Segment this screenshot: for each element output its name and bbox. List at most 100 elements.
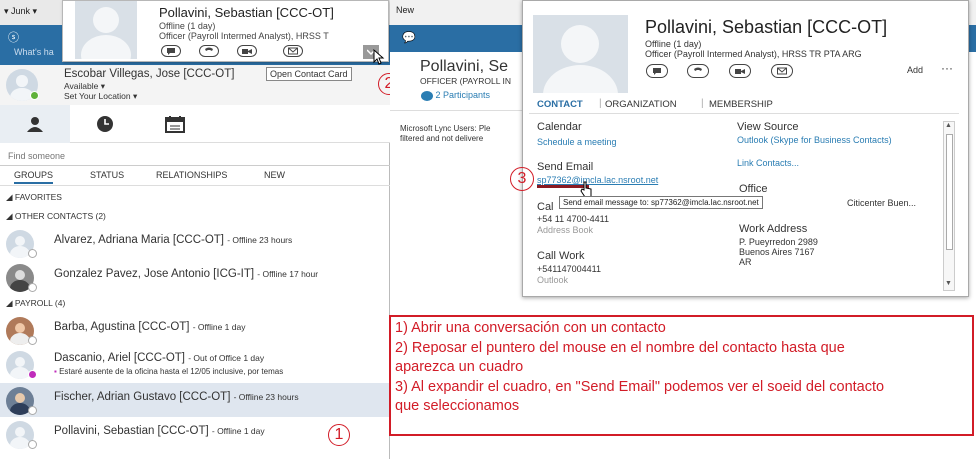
group-payroll[interactable]: ◢ PAYROLL (4) — [6, 298, 65, 309]
tab-meetings[interactable] — [140, 105, 210, 143]
contact-name: Dascanio, Ariel [CCC-OT] — [54, 352, 186, 364]
open-contact-card-tooltip: Open Contact Card — [266, 67, 352, 81]
schedule-meeting-link[interactable]: Schedule a meeting — [537, 137, 617, 147]
video-button[interactable] — [729, 64, 751, 78]
email-link[interactable]: sp77362@imcla.lac.nsroot.net — [537, 175, 658, 185]
tab-conversations[interactable] — [70, 105, 140, 143]
my-status-row: Escobar Villegas, Jose [CCC-OT] Open Con… — [0, 65, 390, 105]
participants-link[interactable]: 2 Participants — [421, 90, 490, 101]
list-item[interactable]: Dascanio, Ariel [CCC-OT] - Out of Office… — [0, 347, 390, 383]
tab-new[interactable]: NEW — [264, 170, 285, 180]
add-button[interactable]: Add — [907, 65, 923, 75]
contact-status: - Offline 1 day — [211, 426, 265, 436]
divider — [529, 113, 959, 114]
call-button[interactable] — [199, 45, 219, 57]
expanded-contact-card: Pollavini, Sebastian [CCC-OT] Offline (1… — [522, 0, 969, 297]
instruction-line: 3) Al expandir el cuadro, en "Send Email… — [395, 378, 885, 395]
offline-status-icon — [28, 440, 37, 449]
card-title: Officer (Payroll Intermed Analyst), HRSS… — [159, 31, 329, 41]
calendar-icon — [165, 116, 185, 133]
tab-contact[interactable]: CONTACT — [537, 99, 583, 110]
group-favorites[interactable]: ◢ FAVORITES — [6, 192, 62, 203]
location-dropdown[interactable]: Set Your Location ▾ — [64, 91, 137, 102]
search-input[interactable] — [8, 148, 378, 164]
call-label: Cal — [537, 201, 554, 213]
contact-note: ▪ Estaré ausente de la oficina hasta el … — [54, 367, 284, 376]
email-button[interactable] — [283, 45, 303, 57]
work-address-line: P. Pueyrredon 2989 — [739, 237, 818, 247]
list-item[interactable]: Gonzalez Pavez, Jose Antonio [ICG-IT] - … — [0, 260, 390, 294]
tab-relationships[interactable]: RELATIONSHIPS — [156, 170, 227, 180]
phone-icon — [205, 47, 213, 51]
card-status: Offline (1 day) — [645, 39, 702, 49]
participants-icon — [421, 90, 433, 101]
view-source-value[interactable]: Outlook (Skype for Business Contacts) — [737, 135, 892, 145]
tab-separator: | — [599, 98, 602, 109]
contact-status: - Offline 17 hour — [257, 269, 319, 279]
my-name[interactable]: Escobar Villegas, Jose [CCC-OT] — [64, 68, 234, 80]
tab-contacts[interactable] — [0, 105, 70, 143]
im-button[interactable] — [646, 64, 668, 78]
calendar-label: Calendar — [537, 121, 582, 133]
divider — [0, 185, 390, 186]
scroll-up-icon[interactable]: ▲ — [945, 122, 952, 129]
conversation-name: Pollavini, Se — [420, 58, 509, 75]
work-address-line: Buenos Aires 7167 — [739, 247, 815, 257]
junk-label: Junk — [11, 6, 31, 16]
work-address-line: AR — [739, 257, 752, 267]
call-button[interactable] — [687, 64, 709, 78]
work-address-label: Work Address — [739, 223, 808, 235]
note-text: Estaré ausente de la oficina hasta el 12… — [59, 367, 284, 376]
call-work-label: Call Work — [537, 250, 585, 262]
call-number[interactable]: +54 11 4700-4411 — [537, 214, 609, 224]
card-scrollbar[interactable]: ▲ ▼ — [943, 121, 955, 291]
contact-name: Alvarez, Adriana Maria [CCC-OT] — [54, 234, 224, 246]
instruction-line: aparezca un cuadro — [395, 359, 524, 375]
marker-1: 1 — [328, 424, 350, 446]
email-button[interactable] — [771, 64, 793, 78]
im-button[interactable] — [161, 45, 181, 57]
list-item[interactable]: Fischer, Adrian Gustavo [CCC-OT] - Offli… — [0, 383, 390, 417]
more-options-icon[interactable]: ··· — [941, 61, 953, 75]
call-work-source: Outlook — [537, 275, 569, 285]
list-item[interactable]: Alvarez, Adriana Maria [CCC-OT] - Offlin… — [0, 226, 390, 260]
marker-3: 3 — [510, 167, 534, 191]
junk-menu[interactable]: ▾ Junk ▾ — [4, 6, 37, 17]
instruction-line: 2) Reposar el puntero del mouse en el no… — [395, 339, 845, 356]
out-of-office-status-icon — [28, 370, 37, 379]
participants-label: 2 Participants — [435, 90, 491, 100]
system-message-1: Microsoft Lync Users: Ple — [400, 124, 491, 133]
chat-icon — [653, 68, 661, 75]
phone-icon — [694, 67, 702, 71]
card-name: Pollavini, Sebastian [CCC-OT] — [645, 17, 888, 37]
view-source-label: View Source — [737, 121, 799, 133]
tab-membership[interactable]: MEMBERSHIP — [709, 99, 773, 110]
offline-status-icon — [28, 283, 37, 292]
scrollbar-thumb[interactable] — [946, 134, 953, 250]
contact-status: - Offline 23 hours — [227, 235, 293, 245]
offline-status-icon — [28, 249, 37, 258]
video-icon — [735, 69, 745, 74]
card-photo — [533, 15, 628, 93]
scroll-down-icon[interactable]: ▼ — [945, 280, 952, 287]
list-item[interactable]: Barba, Agustina [CCC-OT] - Offline 1 day — [0, 313, 390, 347]
tab-groups[interactable]: GROUPS — [14, 170, 54, 184]
email-tooltip: Send email message to: sp77362@imcla.lac… — [559, 196, 763, 209]
new-menu[interactable]: New — [396, 5, 414, 15]
mail-icon — [777, 67, 787, 75]
call-work-number[interactable]: +541147004411 — [537, 264, 601, 274]
video-button[interactable] — [237, 45, 257, 57]
contact-status: - Out of Office 1 day — [188, 353, 265, 363]
call-source: Address Book — [537, 225, 594, 235]
link-contacts-link[interactable]: Link Contacts... — [737, 158, 799, 168]
instruction-line: que seleccionamos — [395, 398, 520, 414]
tab-organization[interactable]: ORGANIZATION — [605, 99, 677, 110]
whats-happening[interactable]: What's ha — [14, 47, 54, 57]
skype-icon: ⓢ — [8, 32, 19, 44]
contact-name: Pollavini, Sebastian [CCC-OT] — [54, 425, 209, 437]
contact-status: - Offline 1 day — [192, 322, 246, 332]
contact-card-popup: Pollavini, Sebastian [CCC-OT] Offline (1… — [62, 0, 389, 65]
group-other-contacts[interactable]: ◢ OTHER CONTACTS (2) — [6, 211, 106, 222]
contact-name: Fischer, Adrian Gustavo [CCC-OT] — [54, 391, 231, 403]
tab-status[interactable]: STATUS — [90, 170, 124, 180]
